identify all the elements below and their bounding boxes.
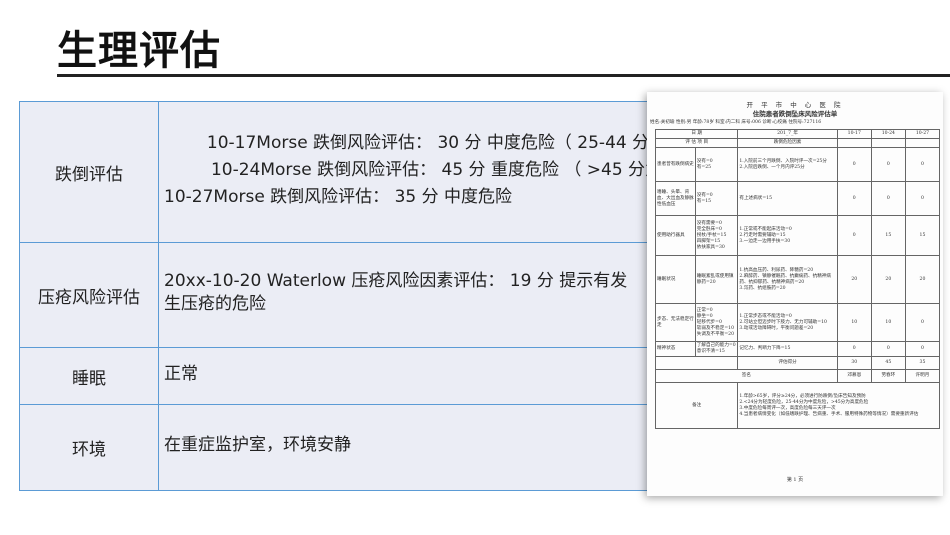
item-value: 0 — [836, 215, 872, 256]
item-name: 精神状态 — [655, 341, 696, 357]
item-value: 0 — [904, 303, 941, 342]
item-value: 0 — [904, 147, 941, 182]
form-header-cell: 日 期 — [654, 129, 739, 139]
item-factor: 1.入院前三个月跌倒、入院时评一次=25分 2.入院后跌倒、一个月内评25分 — [737, 147, 838, 182]
item-name: 睡眠状况 — [655, 255, 696, 304]
signer-cell: 邓慕恩 — [836, 369, 872, 383]
signer-cell: 许明月 — [904, 369, 941, 383]
category-cell: 睡眠 — [19, 347, 159, 405]
item-factor: 1.抗高血压药、利尿药、降糖药=20 2.麻醉药、镇静催眠药、抗癫痫药、抗精神病… — [737, 255, 838, 304]
form-header-cell: 201_7_年 — [737, 129, 838, 139]
item-score: 正常=0 静坐=0 轻移代步=0 软弱及不稳定=10 失调及不平衡=20 — [694, 303, 739, 342]
form-item-row: 步态、无法稳定行走 正常=0 静坐=0 轻移代步=0 软弱及不稳定=10 失调及不… — [655, 303, 941, 342]
item-value: 0 — [836, 181, 872, 216]
title-underline — [57, 74, 950, 77]
form-item-row: 嗜睡、头晕、背血、大出血及静脉性低血压 没有=0 有=15 有上述病状=15 0 0 0 — [655, 181, 941, 216]
scanned-assessment-form: 开 平 市 中 心 医 院 住院患者跌倒坠床风险评估单 姓名:关初瑜 性别:男 … — [647, 92, 943, 496]
form-header-cell: 10-17 — [836, 129, 872, 139]
item-value: 15 — [870, 215, 906, 256]
item-value: 10 — [870, 303, 906, 342]
item-score: 了解自己的能力=0 意识不清=15 — [694, 341, 739, 357]
item-value: 15 — [904, 215, 941, 256]
form-items: 患者曾有跌倒病史 没有=0 有=25 1.入院前三个月跌倒、入院时评一次=25分 2… — [655, 147, 941, 357]
total-cell: 30 — [836, 356, 872, 370]
signer-cell: 劳春环 — [870, 369, 906, 383]
item-value: 10 — [836, 303, 872, 342]
form-item-row: 患者曾有跌倒病史 没有=0 有=25 1.入院前三个月跌倒、入院时评一次=25分 2… — [655, 147, 941, 182]
form-subheader-cell: 跌倒危险因素 — [737, 138, 838, 148]
notes-label: 备注 — [654, 382, 739, 429]
item-value: 20 — [904, 255, 941, 304]
page-number: 第 1 页 — [786, 477, 804, 483]
item-factor: 1.正常或不能起床活动=0 2.行走时需要辅助=15 3.一边走一边用手扶=30 — [737, 215, 838, 256]
item-value: 0 — [870, 341, 906, 357]
form-item-row: 使用助行器具 没有需要=0 完全卧床=0 拐杖/手杖=15 四脚架=15 依扶家具… — [655, 215, 941, 256]
patient-info: 姓名:关初瑜 性别:男 年龄:78岁 科室:内二科 床号:006 诊断:心绞痛 … — [650, 120, 822, 125]
item-value: 0 — [904, 341, 941, 357]
form-item-row: 睡眠状况 睡眠紊乱或使用镇静药=20 1.抗高血压药、利尿药、降糖药=20 2.麻醉… — [655, 255, 941, 304]
form-item-row: 精神状态 了解自己的能力=0 意识不清=15 记忆力、判断力下降=15 0 0 0 — [655, 341, 941, 357]
item-name: 患者曾有跌倒病史 — [655, 147, 696, 182]
item-value: 20 — [870, 255, 906, 304]
form-table: 日 期 201_7_年 10-17 10-24 10-27 评 估 项 目 跌倒… — [654, 129, 941, 429]
item-score: 没有需要=0 完全卧床=0 拐杖/手杖=15 四脚架=15 依扶家具=30 — [694, 215, 739, 256]
item-score: 没有=0 有=15 — [694, 181, 739, 216]
item-value: 0 — [870, 181, 906, 216]
form-header-cell: 10-27 — [904, 129, 941, 139]
item-name: 使用助行器具 — [655, 215, 696, 256]
item-name: 嗜睡、头晕、背血、大出血及静脉性低血压 — [655, 181, 696, 216]
notes-text: 1.年龄>65岁，评分≥24分，必须进行防跌倒/坠床告知及预防 2.<24分为轻… — [737, 382, 940, 429]
page-title: 生理评估 — [57, 28, 221, 74]
item-factor: 有上述病状=15 — [737, 181, 838, 216]
item-factor: 1.正常步态或不能活动=0 2.可站立但迈步时下肢力、无力可辅助=10 3.动或… — [737, 303, 838, 342]
item-name: 步态、无法稳定行走 — [655, 303, 696, 342]
item-factor: 记忆力、判断力下降=15 — [737, 341, 838, 357]
category-cell: 环境 — [19, 404, 159, 491]
category-cell: 跌倒评估 — [19, 101, 159, 243]
form-title: 住院患者跌倒坠床风险评估单 — [752, 110, 838, 118]
item-value: 20 — [836, 255, 872, 304]
item-score: 没有=0 有=25 — [694, 147, 739, 182]
item-score: 睡眠紊乱或使用镇静药=20 — [694, 255, 739, 304]
detail-line: 20xx-10-20 Waterlow 压疮风险因素评估： 19 分 提示有发生… — [164, 271, 628, 314]
total-cell: 45 — [870, 356, 906, 370]
total-label: 评估得分 — [737, 356, 838, 370]
sign-label: 签名 — [655, 369, 838, 383]
item-value: 0 — [836, 147, 872, 182]
category-cell: 压疮风险评估 — [19, 242, 159, 348]
item-value: 0 — [870, 147, 906, 182]
item-value: 0 — [836, 341, 872, 357]
form-header-cell: 10-24 — [870, 129, 906, 139]
total-cell: 35 — [904, 356, 941, 370]
form-subheader-cell: 评 估 项 目 — [654, 138, 739, 148]
item-value: 0 — [904, 181, 941, 216]
